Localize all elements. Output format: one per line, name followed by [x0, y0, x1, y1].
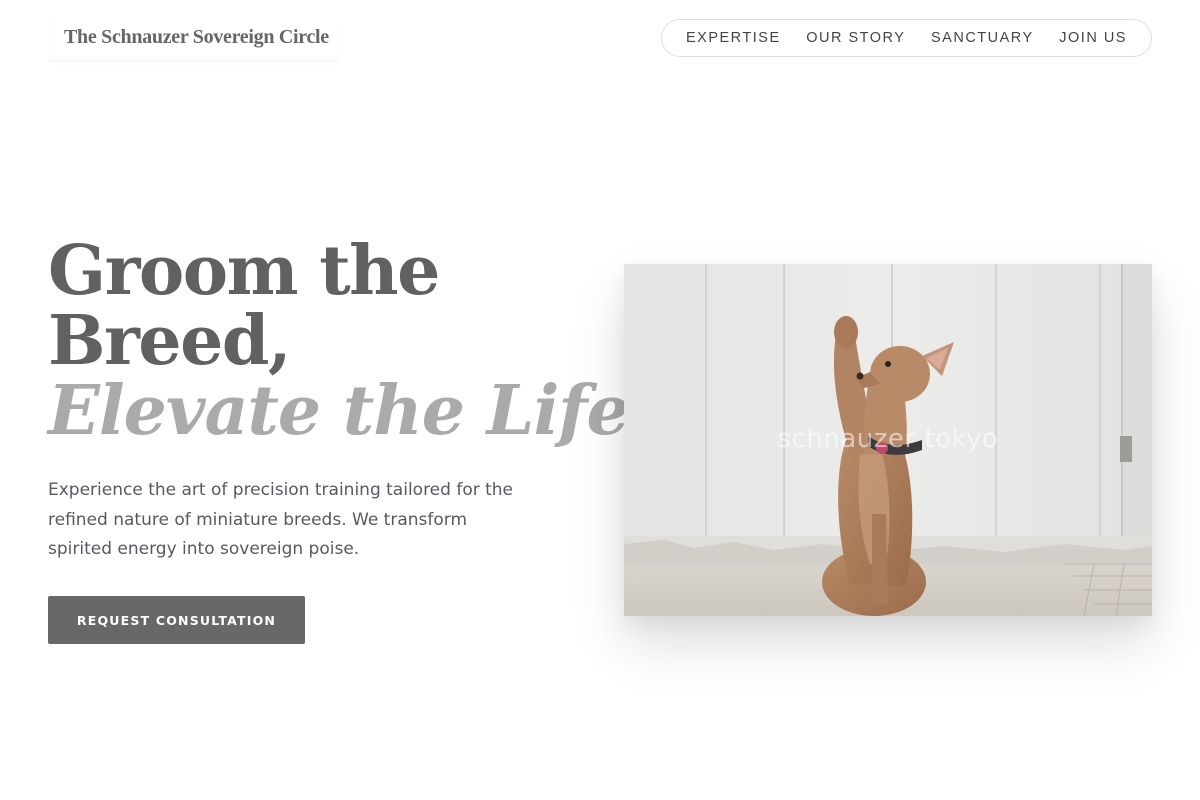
- request-consultation-button[interactable]: REQUEST CONSULTATION: [48, 596, 305, 644]
- hero-title: Groom the Breed, Elevate the Life.: [48, 231, 652, 451]
- main-nav: EXPERTISE OUR STORY SANCTUARY JOIN US: [661, 19, 1152, 57]
- dog-photo-illustration: [624, 264, 1152, 616]
- page: The Schnauzer Sovereign Circle EXPERTISE…: [0, 0, 1200, 800]
- nav-item-join-us[interactable]: JOIN US: [1059, 30, 1127, 46]
- hero-description: Experience the art of precision training…: [48, 480, 514, 559]
- hero-title-line-1: Groom the: [48, 231, 440, 311]
- hero-title-accent: Elevate the Life.: [48, 371, 652, 451]
- brand-logo[interactable]: The Schnauzer Sovereign Circle: [50, 14, 338, 61]
- nav-item-our-story[interactable]: OUR STORY: [806, 30, 905, 46]
- brand-name[interactable]: The Schnauzer Sovereign Circle: [64, 26, 329, 48]
- hero-title-line-2: Breed,: [48, 301, 292, 381]
- hero-image: schnauzer tokyo: [624, 264, 1152, 616]
- nav-item-sanctuary[interactable]: SANCTUARY: [931, 30, 1034, 46]
- nav-item-expertise[interactable]: EXPERTISE: [686, 30, 781, 46]
